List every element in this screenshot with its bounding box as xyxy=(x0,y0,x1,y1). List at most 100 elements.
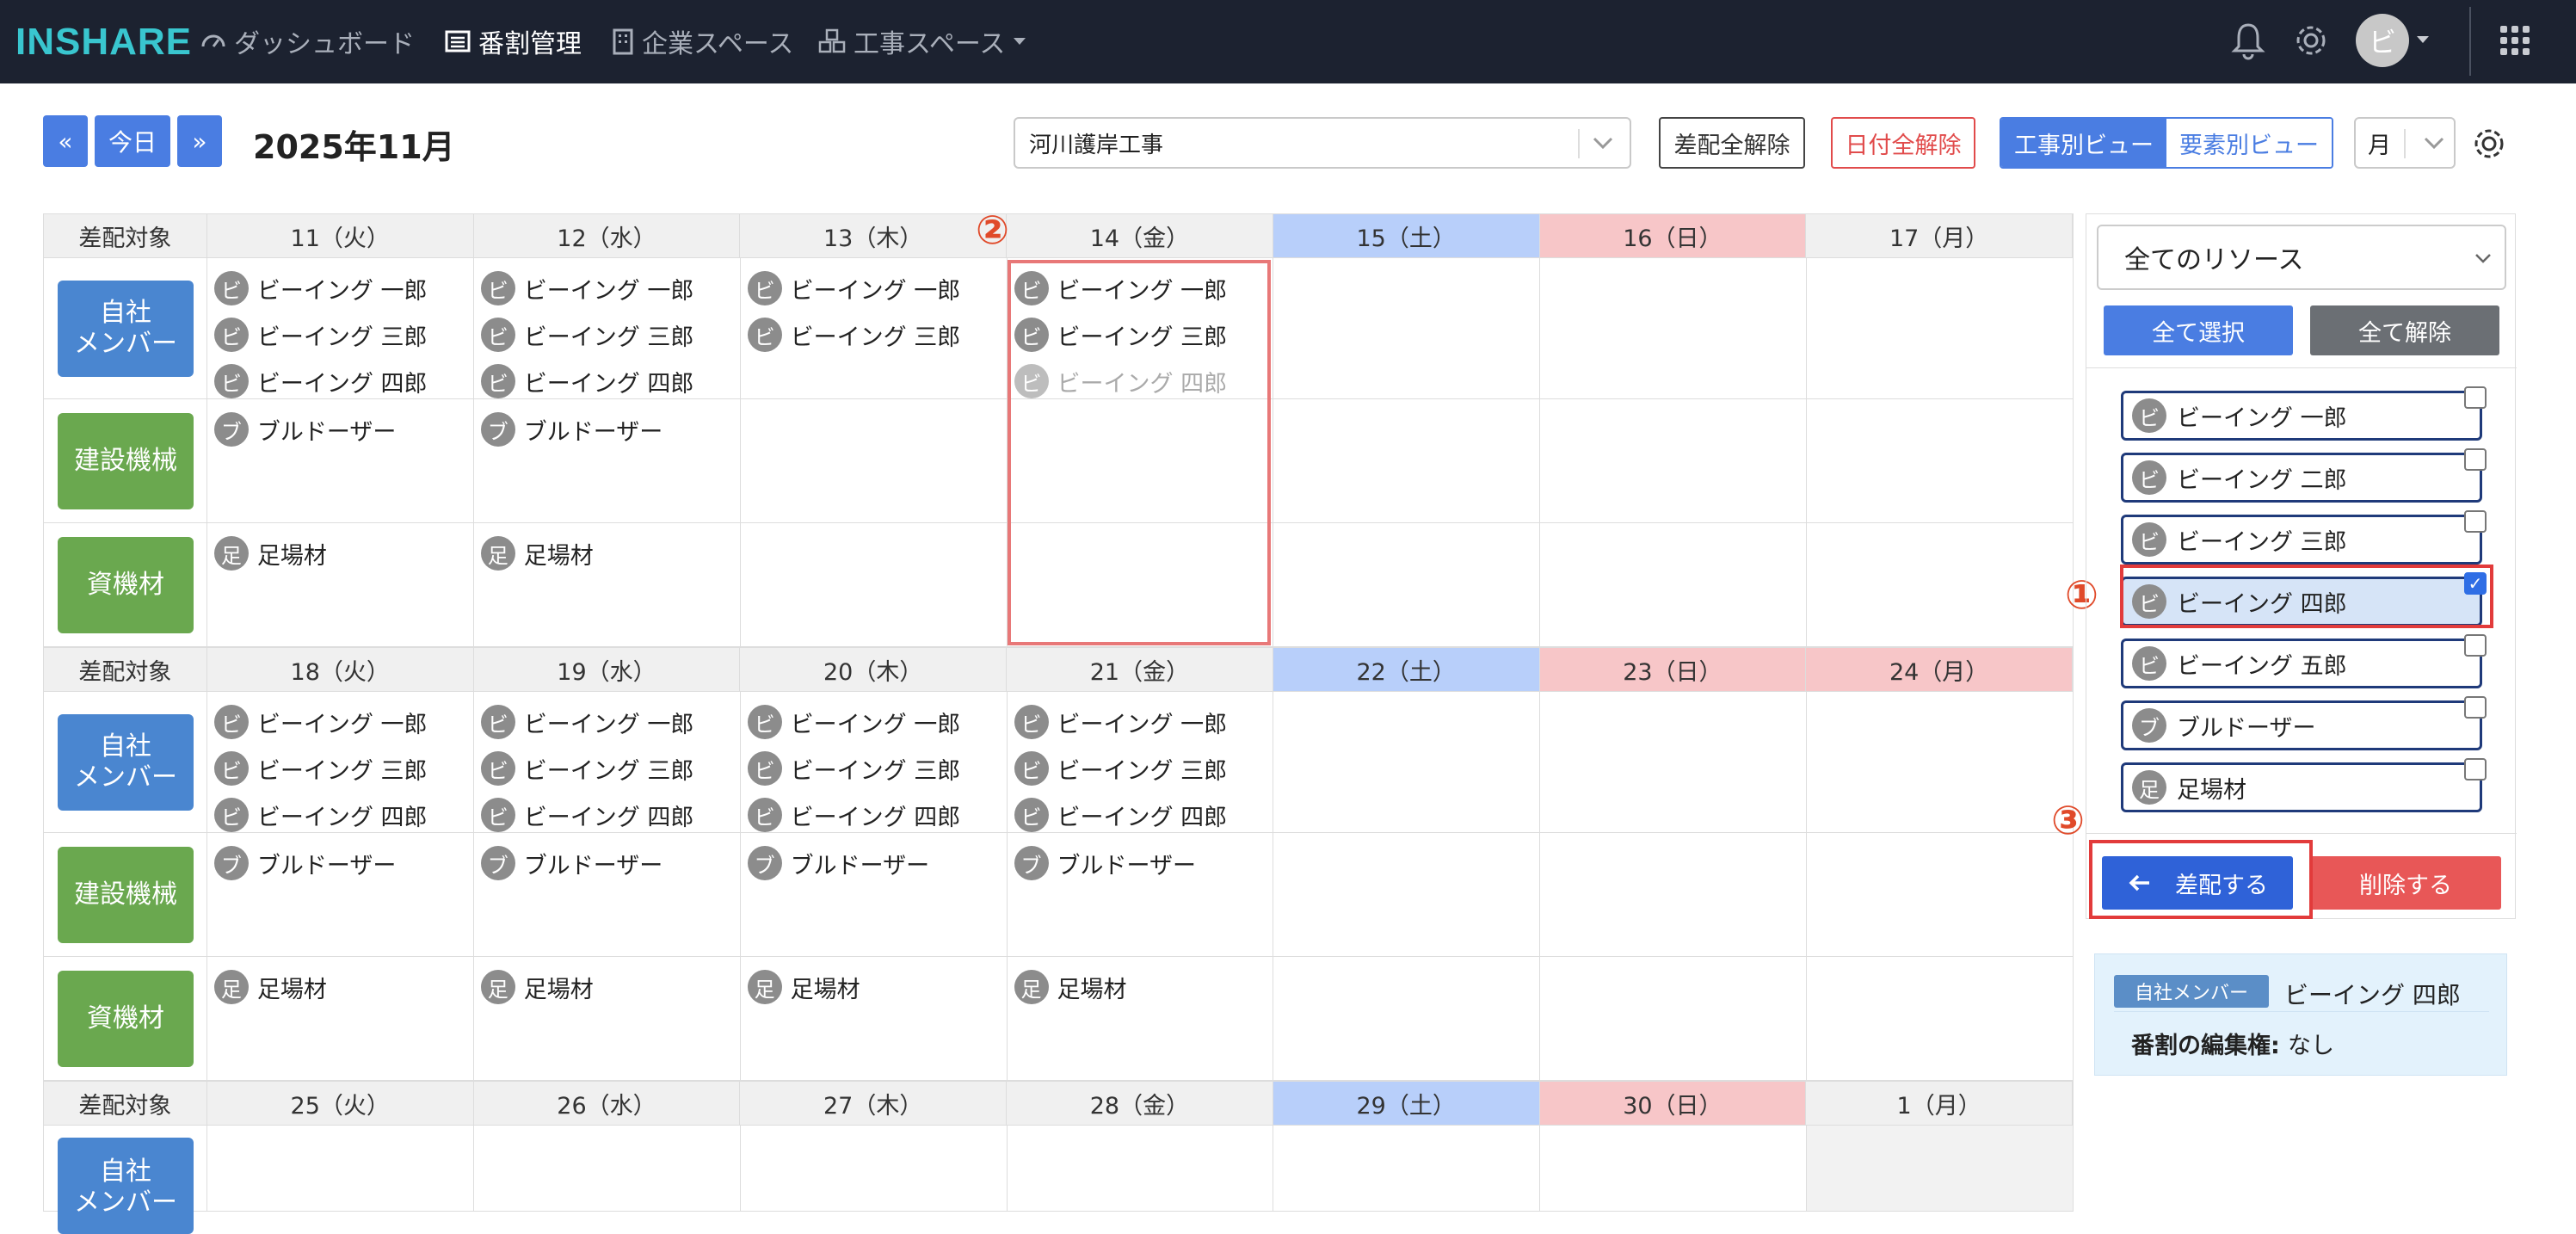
gear-icon[interactable] xyxy=(2292,21,2330,60)
day-header[interactable]: 26（水） xyxy=(474,1082,741,1125)
day-header-holiday[interactable]: 24（月） xyxy=(1806,648,2073,691)
day-cell[interactable]: ビビーイング 一郎 ビビーイング 三郎 ビビーイング 四郎 xyxy=(207,258,474,398)
day-cell[interactable] xyxy=(1540,957,1808,1080)
user-avatar[interactable]: ビ xyxy=(2356,14,2409,67)
day-cell[interactable]: ビビーイング 一郎 ビビーイング 三郎 xyxy=(741,258,1008,398)
clear-dates-button[interactable]: 日付全解除 xyxy=(1831,117,1975,169)
assigned-chip[interactable]: ビビーイング 三郎 xyxy=(480,745,740,792)
day-header[interactable]: 17（月） xyxy=(1806,214,2073,257)
resource-checkbox[interactable] xyxy=(2464,510,2487,533)
day-header-saturday[interactable]: 22（土） xyxy=(1273,648,1540,691)
resource-checkbox[interactable] xyxy=(2464,386,2487,409)
day-header[interactable]: 12（水） xyxy=(474,214,741,257)
app-logo[interactable]: INSHARE xyxy=(15,21,192,64)
assigned-chip[interactable]: ビビーイング 四郎 xyxy=(213,358,473,404)
day-header[interactable]: 18（火） xyxy=(207,648,474,691)
day-cell[interactable]: 足足場材 xyxy=(1008,957,1274,1080)
day-header[interactable]: 13（木） xyxy=(740,214,1008,257)
assigned-chip[interactable]: ビビーイング 一郎 xyxy=(480,265,740,312)
day-header-saturday[interactable]: 15（土） xyxy=(1273,214,1540,257)
assigned-chip[interactable]: ビビーイング 三郎 xyxy=(213,745,473,792)
day-cell[interactable] xyxy=(1540,833,1808,956)
select-all-button[interactable]: 全て選択 xyxy=(2104,305,2293,355)
assigned-chip[interactable]: ブブルドーザー xyxy=(213,406,473,453)
today-button[interactable]: 今日 xyxy=(95,115,170,167)
day-header[interactable]: 1（月） xyxy=(1806,1082,2073,1125)
day-cell[interactable] xyxy=(1540,258,1808,398)
assigned-chip[interactable]: ブブルドーザー xyxy=(747,840,1007,886)
element-view-tab[interactable]: 要素別ビュー xyxy=(2166,119,2332,167)
day-cell[interactable]: ビビーイング 一郎 ビビーイング 三郎 ビビーイング 四郎 xyxy=(741,692,1008,832)
day-cell[interactable]: ビビーイング 一郎 ビビーイング 三郎 ビビーイング 四郎 xyxy=(474,258,741,398)
assigned-chip[interactable]: ビビーイング 四郎 xyxy=(480,792,740,838)
resource-checkbox[interactable] xyxy=(2464,696,2487,719)
nav-company-space[interactable]: 企業スペース xyxy=(611,22,793,60)
avatar-caret-icon[interactable] xyxy=(2414,31,2431,48)
day-header[interactable]: 27（木） xyxy=(740,1082,1008,1125)
day-cell[interactable] xyxy=(1807,957,2074,1080)
project-view-tab[interactable]: 工事別ビュー xyxy=(2001,119,2166,167)
assigned-chip[interactable]: ビビーイング 一郎 xyxy=(747,699,1007,745)
day-header[interactable]: 25（火） xyxy=(207,1082,474,1125)
assigned-chip[interactable]: ビビーイング 三郎 xyxy=(1014,745,1273,792)
assigned-chip[interactable]: ビビーイング 一郎 xyxy=(747,265,1007,312)
day-header-saturday[interactable]: 29（土） xyxy=(1273,1082,1540,1125)
resource-item[interactable]: ビ ビーイング 五郎 xyxy=(2121,634,2487,688)
day-header[interactable]: 28（金） xyxy=(1007,1082,1273,1125)
resource-filter-select[interactable]: 全てのリソース xyxy=(2097,225,2506,290)
resource-item[interactable]: ビ ビーイング 二郎 xyxy=(2121,448,2487,503)
assigned-chip[interactable]: ビビーイング 一郎 xyxy=(480,699,740,745)
nav-project-space[interactable]: 工事スペース xyxy=(817,22,1036,60)
period-select[interactable]: 月 xyxy=(2354,117,2456,169)
day-cell[interactable] xyxy=(1807,833,2074,956)
resource-item[interactable]: 足 足場材 xyxy=(2121,758,2487,812)
day-cell[interactable]: ブブルドーザー xyxy=(474,399,741,522)
day-cell[interactable] xyxy=(1273,399,1541,522)
day-cell[interactable] xyxy=(741,399,1008,522)
resource-item[interactable]: ブ ブルドーザー xyxy=(2121,696,2487,750)
resource-item[interactable]: ビ ビーイング 三郎 xyxy=(2121,510,2487,565)
delete-button[interactable]: 削除する xyxy=(2310,856,2501,910)
day-header-sunday[interactable]: 16（日） xyxy=(1539,214,1807,257)
nav-dashboard[interactable]: ダッシュボード xyxy=(200,22,415,60)
day-cell[interactable]: ブブルドーザー xyxy=(207,833,474,956)
day-cell[interactable]: 足足場材 xyxy=(207,957,474,1080)
assigned-chip[interactable]: 足足場材 xyxy=(1014,964,1273,1010)
day-header[interactable]: 14（金） xyxy=(1007,214,1273,257)
day-cell[interactable]: ビビーイング 一郎 ビビーイング 三郎 ビビーイング 四郎 xyxy=(474,692,741,832)
day-cell[interactable] xyxy=(1540,523,1808,646)
prev-month-button[interactable]: « xyxy=(43,115,88,167)
assigned-chip[interactable]: 足足場材 xyxy=(747,964,1007,1010)
day-cell[interactable] xyxy=(741,1126,1008,1211)
day-cell[interactable]: ビビーイング 一郎 ビビーイング 三郎 ビビーイング 四郎 xyxy=(207,692,474,832)
day-cell[interactable] xyxy=(1540,692,1808,832)
assigned-chip[interactable]: ビビーイング 三郎 xyxy=(480,312,740,358)
day-header-sunday[interactable]: 23（日） xyxy=(1539,648,1807,691)
day-cell[interactable] xyxy=(1273,957,1541,1080)
day-header-sunday[interactable]: 30（日） xyxy=(1539,1082,1807,1125)
day-cell[interactable] xyxy=(1008,1126,1274,1211)
day-cell[interactable] xyxy=(1807,399,2074,522)
apps-grid-icon[interactable] xyxy=(2500,26,2530,55)
day-header[interactable]: 11（火） xyxy=(207,214,474,257)
assigned-chip[interactable]: ビビーイング 三郎 xyxy=(747,312,1007,358)
day-cell[interactable] xyxy=(1273,833,1541,956)
assigned-chip[interactable]: ブブルドーザー xyxy=(213,840,473,886)
day-cell[interactable]: 足足場材 xyxy=(474,523,741,646)
day-cell[interactable]: ブブルドーザー xyxy=(474,833,741,956)
day-cell[interactable]: 足足場材 xyxy=(207,523,474,646)
assigned-chip[interactable]: ブブルドーザー xyxy=(1014,840,1273,886)
deselect-all-button[interactable]: 全て解除 xyxy=(2310,305,2499,355)
bell-icon[interactable] xyxy=(2230,21,2266,60)
day-cell[interactable]: ブブルドーザー xyxy=(1008,833,1274,956)
day-cell[interactable] xyxy=(1273,523,1541,646)
settings-gear-icon[interactable] xyxy=(2471,126,2507,162)
day-cell[interactable]: 足足場材 xyxy=(741,957,1008,1080)
resource-item[interactable]: ビ ビーイング 一郎 xyxy=(2121,386,2487,441)
assigned-chip[interactable]: ビビーイング 四郎 xyxy=(1014,792,1273,838)
next-month-button[interactable]: » xyxy=(177,115,222,167)
project-select[interactable]: 河川護岸工事 xyxy=(1014,117,1631,169)
assigned-chip[interactable]: ビビーイング 三郎 xyxy=(213,312,473,358)
day-cell[interactable]: ビビーイング 一郎 ビビーイング 三郎 ビビーイング 四郎 xyxy=(1008,692,1274,832)
resource-checkbox[interactable] xyxy=(2464,758,2487,781)
